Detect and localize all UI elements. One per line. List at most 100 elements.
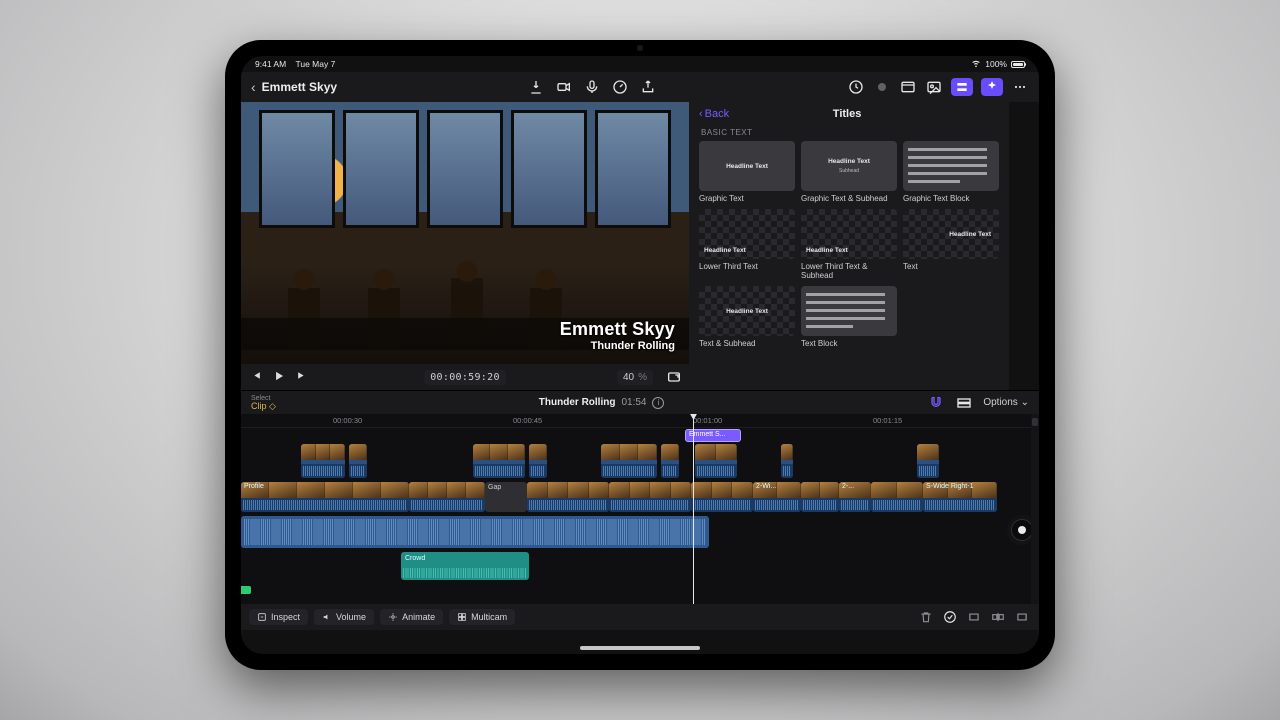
ruler-tick: 00:00:45	[513, 416, 542, 425]
split-clip-icon[interactable]	[989, 608, 1007, 626]
storyline-clip[interactable]: 2-Wi...	[753, 482, 801, 512]
trim-end-icon[interactable]	[1013, 608, 1031, 626]
connected-clip[interactable]	[601, 444, 657, 478]
effects-sparkle-icon[interactable]	[981, 78, 1003, 96]
timeline[interactable]: 00:00:30 00:00:45 00:01:00 00:01:15 Emme…	[241, 414, 1039, 604]
home-indicator[interactable]	[580, 646, 700, 650]
zoom-unit: %	[638, 372, 647, 383]
title-preset[interactable]: Headline Text Text & Subhead	[699, 286, 795, 348]
share-export-icon[interactable]	[639, 78, 657, 96]
storyline-clip[interactable]	[409, 482, 485, 512]
select-tool[interactable]: Select Clip ◇	[251, 395, 276, 411]
back-button[interactable]: ‹	[251, 79, 256, 95]
audio-clip[interactable]: Crowd	[401, 552, 529, 580]
enable-disable-icon[interactable]	[941, 608, 959, 626]
titles-generators-icon[interactable]	[951, 78, 973, 96]
browser-back-label: Back	[705, 108, 729, 120]
multicam-button[interactable]: Multicam	[449, 609, 515, 625]
storyline-clip[interactable]	[527, 482, 609, 512]
timecode-display[interactable]: 00:00:59:20	[424, 370, 506, 385]
jog-wheel[interactable]	[1011, 519, 1033, 541]
preset-label: Text	[903, 262, 999, 271]
project-info-icon[interactable]: i	[652, 397, 664, 409]
playhead[interactable]	[693, 414, 694, 604]
ruler-tick: 00:01:15	[873, 416, 902, 425]
connected-clip[interactable]	[917, 444, 939, 478]
title-overlay: Emmett Skyy Thunder Rolling	[560, 319, 675, 352]
live-camera-icon[interactable]	[555, 78, 573, 96]
battery-icon	[1011, 61, 1025, 68]
battery-pct: 100%	[985, 59, 1007, 69]
project-title: Emmett Skyy	[262, 80, 337, 94]
timeline-layout-icon[interactable]	[955, 394, 973, 412]
photos-icon[interactable]	[925, 78, 943, 96]
storyline-clip[interactable]: Profile	[241, 482, 409, 512]
timeline-scrollbar[interactable]	[1031, 414, 1039, 604]
storyline-clip[interactable]	[609, 482, 691, 512]
music-lane	[241, 516, 1039, 548]
browser-back-button[interactable]: ‹ Back	[699, 108, 729, 120]
top-toolbar: ‹ Emmett Skyy	[241, 72, 1039, 102]
storyline-clip[interactable]	[801, 482, 839, 512]
title-preset[interactable]: Headline Text Graphic Text	[699, 141, 795, 203]
storyline-clip[interactable]	[871, 482, 923, 512]
preset-label: Lower Third Text	[699, 262, 795, 271]
connected-clip[interactable]	[781, 444, 793, 478]
history-icon[interactable]	[847, 78, 865, 96]
title-preset[interactable]: Headline Text Lower Third Text & Subhead	[801, 209, 897, 280]
browser-title: Titles	[833, 108, 862, 120]
status-time: 9:41 AM	[255, 59, 286, 69]
storyline-clip[interactable]: 2-...	[839, 482, 871, 512]
voiceover-mic-icon[interactable]	[583, 78, 601, 96]
more-menu-icon[interactable]	[1011, 78, 1029, 96]
tools-gauge-icon[interactable]	[611, 78, 629, 96]
viewer-canvas[interactable]: Emmett Skyy Thunder Rolling	[241, 102, 689, 364]
storyline-clip[interactable]: S-Wide Right-1	[923, 482, 997, 512]
import-icon[interactable]	[527, 78, 545, 96]
project-duration: 01:54	[621, 397, 646, 408]
connected-clips-lane	[241, 444, 1039, 478]
viewer-zoom[interactable]: 40 %	[617, 370, 653, 385]
media-browser-icon[interactable]	[899, 78, 917, 96]
connected-clip[interactable]	[661, 444, 679, 478]
next-frame-button[interactable]	[296, 369, 309, 385]
snapping-icon[interactable]	[927, 394, 945, 412]
trim-start-icon[interactable]	[965, 608, 983, 626]
ruler-tick: 00:00:30	[333, 416, 362, 425]
preset-label: Graphic Text	[699, 194, 795, 203]
connected-clip[interactable]	[349, 444, 367, 478]
prev-frame-button[interactable]	[249, 369, 262, 385]
animate-button[interactable]: Animate	[380, 609, 443, 625]
connected-clip[interactable]	[301, 444, 345, 478]
gap-clip[interactable]: Gap	[485, 482, 527, 512]
overlay-title-line2: Thunder Rolling	[560, 340, 675, 352]
options-menu[interactable]: Options ⌄	[983, 397, 1029, 408]
bottom-toolbar: Inspect Volume Animate Multicam	[241, 604, 1039, 630]
preset-label: Text Block	[801, 339, 897, 348]
title-preset[interactable]: Headline Text Text	[903, 209, 999, 280]
music-clip[interactable]	[241, 516, 709, 548]
timeline-index-bar: Select Clip ◇ Thunder Rolling 01:54 i Op…	[241, 390, 1039, 414]
browser-section-label: BASIC TEXT	[701, 128, 999, 137]
status-bar: 9:41 AM Tue May 7 100%	[241, 56, 1039, 72]
preset-label: Graphic Text Block	[903, 194, 999, 203]
overlay-title-line1: Emmett Skyy	[560, 319, 675, 340]
connected-clip[interactable]	[529, 444, 547, 478]
title-preset[interactable]: Headline Text Lower Third Text	[699, 209, 795, 280]
title-preset[interactable]: Text Block	[801, 286, 897, 348]
primary-storyline: Profile Gap 2-Wi... 2-... S-Wide Right-1	[241, 482, 1039, 512]
viewer-area: Emmett Skyy Thunder Rolling 00:00:59:20 …	[241, 102, 689, 390]
viewer-fullscreen-icon[interactable]	[665, 368, 683, 386]
volume-button[interactable]: Volume	[314, 609, 374, 625]
title-preset[interactable]: Graphic Text Block	[903, 141, 999, 203]
inspect-button[interactable]: Inspect	[249, 609, 308, 625]
connected-clip[interactable]	[695, 444, 737, 478]
trash-icon[interactable]	[917, 608, 935, 626]
transport-bar: 00:00:59:20 40 %	[241, 364, 689, 390]
connected-clip[interactable]	[473, 444, 525, 478]
title-preset[interactable]: Headline TextSubhead Graphic Text & Subh…	[801, 141, 897, 203]
play-button[interactable]	[272, 369, 286, 386]
storyline-clip[interactable]	[691, 482, 753, 512]
marker[interactable]	[241, 586, 251, 594]
timeline-ruler[interactable]: 00:00:30 00:00:45 00:01:00 00:01:15	[241, 414, 1039, 428]
